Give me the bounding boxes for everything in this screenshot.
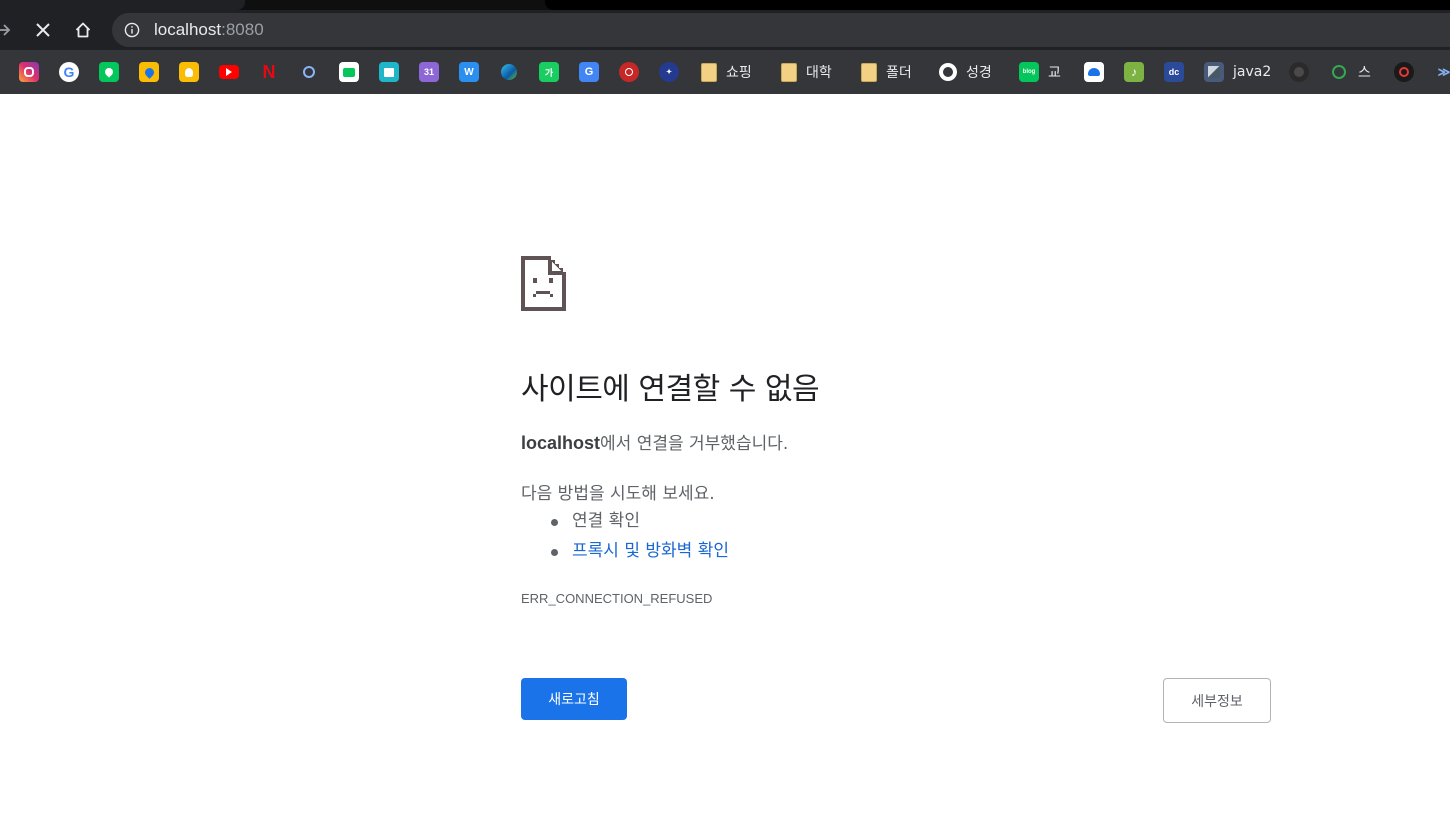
close-icon bbox=[36, 23, 50, 37]
error-host-message: 에서 연결을 거부했습니다. bbox=[600, 434, 789, 454]
google-maps-icon bbox=[139, 62, 159, 82]
timer-icon bbox=[299, 62, 319, 82]
address-url[interactable]: localhost:8080 bbox=[154, 20, 264, 40]
bookmark-label: java2 bbox=[1233, 64, 1272, 80]
error-summary: localhost에서 연결을 거부했습니다. bbox=[521, 429, 788, 454]
bookmark-folder-university[interactable]: 대학 bbox=[781, 62, 832, 82]
bookmark-youtube[interactable] bbox=[219, 62, 239, 82]
tab-left[interactable] bbox=[0, 0, 245, 10]
bookmark-red-app[interactable] bbox=[619, 62, 639, 82]
bookmark-netflix[interactable]: N bbox=[259, 62, 279, 82]
overflow-icon: ≫ bbox=[1437, 65, 1450, 79]
bookmark-naver-mail[interactable] bbox=[339, 62, 359, 82]
bookmark-folder-folder[interactable]: 폴더 bbox=[861, 62, 912, 82]
folder-icon bbox=[861, 62, 877, 82]
bookmark-home-w[interactable]: W bbox=[459, 62, 479, 82]
suggestions-heading: 다음 방법을 시도해 보세요. bbox=[521, 484, 715, 504]
bookmark-university-seal[interactable]: ✦ bbox=[659, 62, 679, 82]
instagram-icon bbox=[19, 62, 39, 82]
bookmark-translate[interactable]: G bbox=[579, 62, 599, 82]
edge-icon bbox=[499, 62, 519, 82]
info-icon[interactable] bbox=[124, 22, 140, 38]
bookmark-google[interactable]: G bbox=[59, 62, 79, 82]
bookmark-github[interactable] bbox=[1289, 62, 1309, 82]
shopping-bag-icon bbox=[379, 62, 399, 82]
suggestions-list: 연결 확인 프록시 및 방화벽 확인 bbox=[521, 506, 729, 566]
bookmark-ga[interactable]: 가 bbox=[539, 62, 559, 82]
map-pin-icon bbox=[99, 62, 119, 82]
suggestion-check-proxy-link[interactable]: 프록시 및 방화벽 확인 bbox=[521, 536, 729, 566]
bookmark-label: 교 bbox=[1048, 65, 1061, 81]
music-note-icon: ♪ bbox=[1124, 62, 1144, 82]
tab-strip bbox=[0, 0, 1450, 10]
ga-icon: 가 bbox=[539, 62, 559, 82]
bookmark-calendar[interactable]: 31 bbox=[419, 62, 439, 82]
sad-document-icon bbox=[521, 256, 566, 311]
house-icon: W bbox=[459, 62, 479, 82]
folder-icon bbox=[781, 62, 797, 82]
error-host: localhost bbox=[521, 433, 601, 453]
reload-button[interactable]: 새로고침 bbox=[521, 678, 627, 720]
bookmark-keep[interactable] bbox=[179, 62, 199, 82]
bookmark-store[interactable] bbox=[379, 62, 399, 82]
address-port: :8080 bbox=[221, 20, 264, 39]
bookmark-label: 대학 bbox=[806, 65, 832, 81]
blog-icon: blog bbox=[1019, 62, 1039, 82]
address-host: localhost bbox=[154, 20, 222, 39]
forward-button[interactable] bbox=[0, 14, 20, 46]
mail-icon bbox=[339, 62, 359, 82]
folder-icon bbox=[701, 62, 717, 82]
bookmark-label: 성경 bbox=[966, 65, 992, 81]
lightbulb-icon bbox=[179, 62, 199, 82]
details-button[interactable]: 세부정보 bbox=[1163, 678, 1271, 723]
bookmark-google-maps[interactable] bbox=[139, 62, 159, 82]
bookmarks-bar: G N 31 W 가 G ✦ 쇼핑 대학 폴더 성경 blog 교 ♪ dc j… bbox=[0, 50, 1450, 94]
arrow-right-icon bbox=[0, 24, 11, 36]
page-title: 사이트에 연결할 수 없음 bbox=[521, 372, 820, 407]
bookmark-java2[interactable]: java2 bbox=[1204, 62, 1271, 82]
address-bar[interactable]: localhost:8080 bbox=[112, 13, 1450, 47]
bookmark-music[interactable]: ♪ bbox=[1124, 62, 1144, 82]
bookmark-cloud[interactable] bbox=[1084, 62, 1104, 82]
bookmark-folder-shopping[interactable]: 쇼핑 bbox=[701, 62, 752, 82]
home-button[interactable] bbox=[67, 14, 99, 46]
calendar-icon: 31 bbox=[419, 62, 439, 82]
suggestion-check-connection: 연결 확인 bbox=[521, 506, 729, 536]
netflix-icon: N bbox=[262, 61, 276, 82]
youtube-icon bbox=[219, 65, 239, 79]
browser-toolbar: localhost:8080 bbox=[0, 10, 1450, 50]
bookmark-timer[interactable] bbox=[299, 62, 319, 82]
bookmark-instagram[interactable] bbox=[19, 62, 39, 82]
seal-icon: ✦ bbox=[659, 62, 679, 82]
error-page: 사이트에 연결할 수 없음 localhost에서 연결을 거부했습니다. 다음… bbox=[0, 94, 1450, 837]
red-circle-icon bbox=[1394, 62, 1414, 82]
bookmark-app-blue[interactable]: dc bbox=[1164, 62, 1184, 82]
globe-icon bbox=[939, 63, 957, 81]
red-app-icon bbox=[619, 62, 639, 82]
github-icon bbox=[1289, 62, 1309, 82]
bookmark-edge[interactable] bbox=[499, 62, 519, 82]
bookmark-red-circle[interactable] bbox=[1394, 62, 1414, 82]
cloud-upload-icon bbox=[1084, 62, 1104, 82]
google-icon: G bbox=[59, 62, 79, 82]
tab-right[interactable] bbox=[545, 0, 1450, 10]
app-icon: dc bbox=[1164, 62, 1184, 82]
home-icon bbox=[75, 22, 91, 38]
bookmark-label: 쇼핑 bbox=[726, 65, 752, 81]
error-code: ERR_CONNECTION_REFUSED bbox=[521, 591, 713, 606]
bookmark-map[interactable] bbox=[99, 62, 119, 82]
java-icon bbox=[1204, 62, 1224, 82]
bookmark-label: 스 bbox=[1358, 65, 1371, 81]
bookmark-s[interactable]: 스 bbox=[1329, 62, 1371, 82]
bookmark-overflow[interactable]: ≫ bbox=[1434, 62, 1450, 82]
bookmark-label: 폴더 bbox=[886, 65, 912, 81]
clock-green-icon bbox=[1329, 62, 1349, 82]
bookmark-bible[interactable]: 성경 bbox=[939, 62, 992, 82]
bookmark-blog[interactable]: blog 교 bbox=[1019, 62, 1061, 82]
stop-loading-button[interactable] bbox=[27, 14, 59, 46]
translate-icon: G bbox=[579, 62, 599, 82]
